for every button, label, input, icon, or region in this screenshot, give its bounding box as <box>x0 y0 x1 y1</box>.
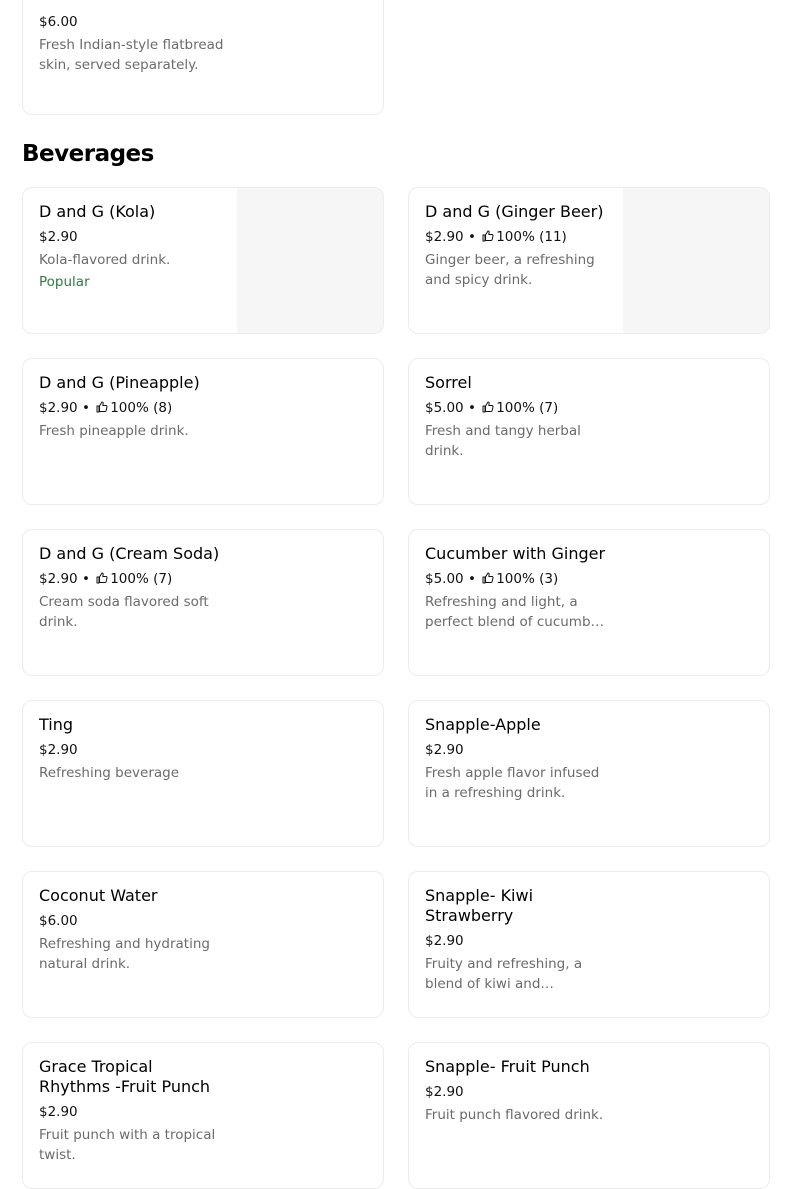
item-price: $2.90 <box>425 229 464 245</box>
item-description: Fruity and refreshing, a blend of kiwi a… <box>425 956 583 992</box>
menu-item-card[interactable]: D and G (Pineapple) $2.90 • 100% (8) Fresh… <box>22 358 384 505</box>
thumbs-up-icon <box>482 230 494 242</box>
item-price-rating: $2.90 <box>39 1103 225 1121</box>
item-price-rating: $5.00 • 100% (3) <box>425 570 611 588</box>
item-description: Fresh pineapple drink. <box>39 423 189 439</box>
menu-item-card[interactable]: Snapple- Fruit Punch $2.90 Fruit punch fla… <box>408 1042 770 1189</box>
item-price: $2.90 <box>39 400 78 416</box>
menu-item-info: Snapple-Apple $2.90 Fresh apple flavor inf… <box>425 715 611 803</box>
item-description: Fruit punch flavored drink. <box>425 1107 604 1123</box>
item-description: Refreshing beverage <box>39 765 180 781</box>
item-price-rating: $2.90 <box>39 741 225 759</box>
item-price: $2.90 <box>425 1084 464 1100</box>
item-price: $2.90 <box>39 571 78 587</box>
item-price-rating: $6.00 <box>39 912 225 930</box>
item-price-rating: $5.00 • 100% (7) <box>425 399 611 417</box>
item-description: Refreshing and hydrating natural drink. <box>39 936 210 972</box>
item-description: Refreshing and light, a perfect blend of… <box>425 594 605 630</box>
menu-item-card[interactable]: Ting $2.90 Refreshing beverage <box>22 700 384 847</box>
item-name: D and G (Pineapple) <box>39 373 200 392</box>
item-price: $2.90 <box>39 229 78 245</box>
thumbs-up-icon <box>96 572 108 584</box>
section-title: Beverages <box>22 141 154 167</box>
item-description: Fresh and tangy herbal drink. <box>425 423 581 459</box>
item-name: D and G (Kola) <box>39 202 156 221</box>
menu-item-info: D and G (Cream Soda) $2.90 • 100% (7) Crea… <box>39 544 225 632</box>
thumbs-up-icon <box>482 401 494 413</box>
item-description: Ginger beer, a refreshing and spicy drin… <box>425 252 595 288</box>
item-price-rating: $2.90 <box>39 228 225 246</box>
menu-item-card[interactable]: D and G (Cream Soda) $2.90 • 100% (7) Crea… <box>22 529 384 676</box>
item-price: $5.00 <box>425 571 464 587</box>
menu-item-card-flatbread[interactable]: $6.00 Fresh Indian-style flatbread skin,… <box>22 0 384 115</box>
menu-item-card[interactable]: Grace Tropical Rhythms -Fruit Punch $2.90… <box>22 1042 384 1189</box>
menu-item-card[interactable]: D and G (Ginger Beer) $2.90 • 100% (11) Gi… <box>408 187 770 334</box>
separator-dot: • <box>77 400 95 416</box>
menu-item-info: D and G (Pineapple) $2.90 • 100% (8) Fresh… <box>39 373 225 441</box>
item-name: Snapple-Apple <box>425 715 541 734</box>
item-description: Kola-flavored drink. <box>39 252 171 268</box>
thumbs-up-icon <box>96 401 108 413</box>
item-rating: 100% (11) <box>496 229 567 245</box>
item-name: Sorrel <box>425 373 472 392</box>
item-price: $6.00 <box>39 14 78 30</box>
menu-item-info: D and G (Kola) $2.90 Kola-flavored drink. P… <box>39 202 225 292</box>
menu-item-info: Cucumber with Ginger $5.00 • 100% (3) Refr… <box>425 544 611 632</box>
item-rating: 100% (8) <box>110 400 173 416</box>
item-image-placeholder <box>237 188 383 333</box>
menu-item-card[interactable]: Snapple-Apple $2.90 Fresh apple flavor inf… <box>408 700 770 847</box>
menu-item-info: Snapple- Fruit Punch $2.90 Fruit punch fla… <box>425 1057 611 1125</box>
item-price-rating: $2.90 • 100% (11) <box>425 228 611 246</box>
item-price: $5.00 <box>425 400 464 416</box>
menu-item-card[interactable]: Snapple- Kiwi Strawberry $2.90 Fruity and … <box>408 871 770 1018</box>
separator-dot: • <box>463 571 481 587</box>
item-name: Snapple- Kiwi Strawberry <box>425 886 534 925</box>
item-description: Cream soda flavored soft drink. <box>39 594 209 630</box>
item-name: Ting <box>39 715 74 734</box>
item-description: Fresh Indian-style flatbread skin, serve… <box>39 37 224 73</box>
item-name: D and G (Cream Soda) <box>39 544 220 563</box>
item-name: Coconut Water <box>39 886 158 905</box>
menu-item-card[interactable]: D and G (Kola) $2.90 Kola-flavored drink. P… <box>22 187 384 334</box>
menu-item-info: Snapple- Kiwi Strawberry $2.90 Fruity and … <box>425 886 611 994</box>
item-price: $6.00 <box>39 913 78 929</box>
separator-dot: • <box>463 400 481 416</box>
item-name: Grace Tropical Rhythms -Fruit Punch <box>39 1057 211 1096</box>
item-description: Fruit punch with a tropical twist. <box>39 1127 216 1163</box>
item-rating: 100% (7) <box>110 571 173 587</box>
menu-item-info: Sorrel $5.00 • 100% (7) Fresh and tangy he… <box>425 373 611 461</box>
item-price: $2.90 <box>425 933 464 949</box>
item-price: $2.90 <box>39 742 78 758</box>
item-name: Cucumber with Ginger <box>425 544 606 563</box>
menu-item-card[interactable]: Sorrel $5.00 • 100% (7) Fresh and tangy he… <box>408 358 770 505</box>
separator-dot: • <box>463 229 481 245</box>
menu-item-info: Ting $2.90 Refreshing beverage <box>39 715 225 783</box>
item-price-rating: $2.90 <box>425 741 611 759</box>
menu-item-card[interactable]: Cucumber with Ginger $5.00 • 100% (3) Refr… <box>408 529 770 676</box>
item-rating: 100% (3) <box>496 571 559 587</box>
item-price: $2.90 <box>39 1104 78 1120</box>
thumbs-up-icon <box>482 572 494 584</box>
menu-item-info: Coconut Water $6.00 Refreshing and hydrati… <box>39 886 225 974</box>
menu-item-card[interactable]: Coconut Water $6.00 Refreshing and hydrati… <box>22 871 384 1018</box>
item-price-rating: $2.90 <box>425 1083 611 1101</box>
separator-dot: • <box>77 571 95 587</box>
item-image-placeholder <box>623 188 769 333</box>
item-price-rating: $2.90 • 100% (7) <box>39 570 225 588</box>
item-name: Snapple- Fruit Punch <box>425 1057 590 1076</box>
popular-badge: Popular <box>39 274 90 290</box>
item-price-rating: $2.90 • 100% (8) <box>39 399 225 417</box>
item-rating: 100% (7) <box>496 400 559 416</box>
menu-item-info: D and G (Ginger Beer) $2.90 • 100% (11) Gi… <box>425 202 611 290</box>
item-price: $2.90 <box>425 742 464 758</box>
item-name: D and G (Ginger Beer) <box>425 202 604 221</box>
item-description: Fresh apple flavor infused in a refreshi… <box>425 765 600 801</box>
menu-item-info: Grace Tropical Rhythms -Fruit Punch $2.90… <box>39 1057 225 1165</box>
item-price-rating: $2.90 <box>425 932 611 950</box>
